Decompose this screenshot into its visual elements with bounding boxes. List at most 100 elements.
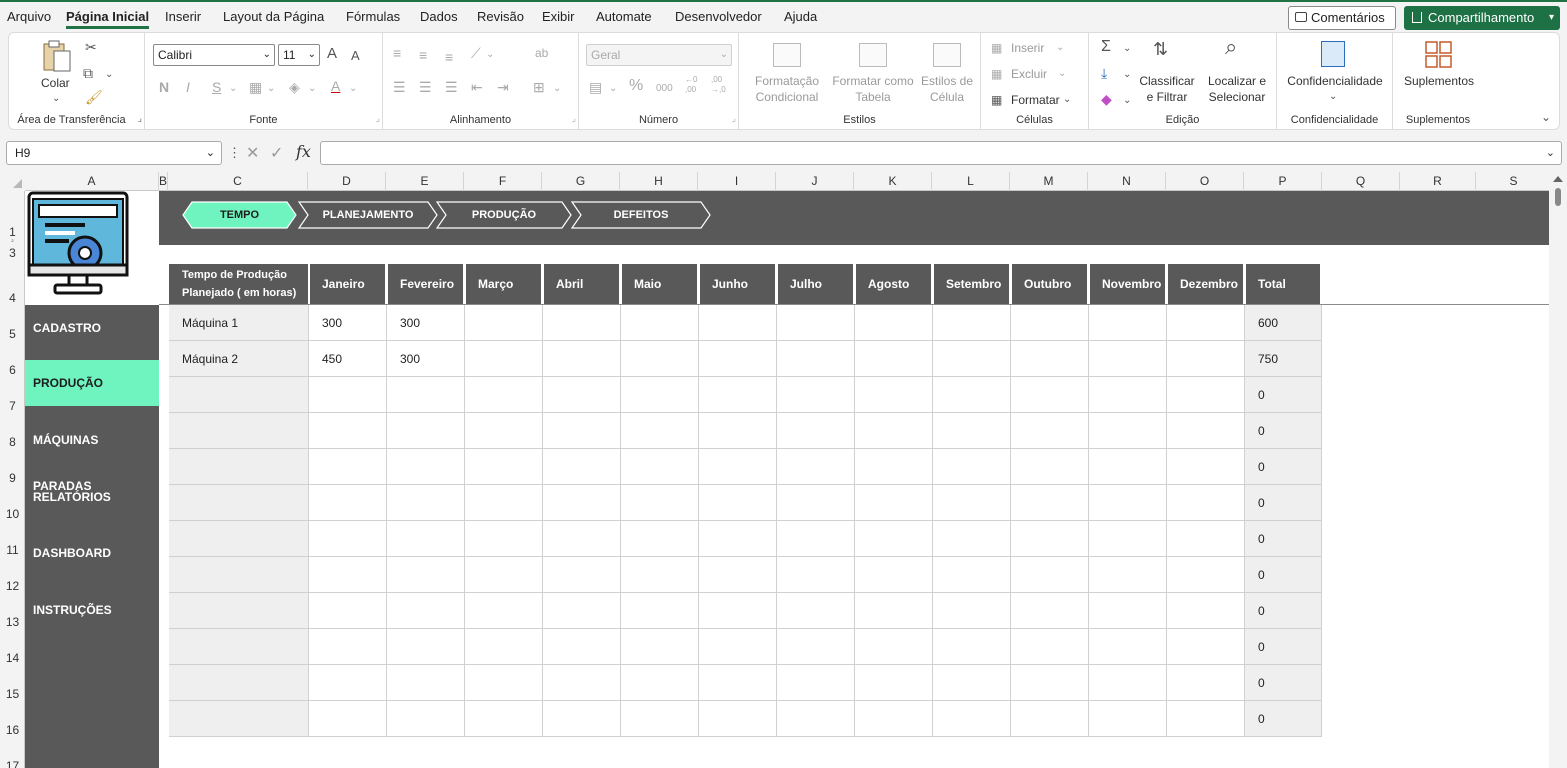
table-cell[interactable] bbox=[1089, 557, 1167, 593]
table-cell[interactable] bbox=[933, 665, 1011, 701]
total-cell[interactable]: 0 bbox=[1245, 377, 1322, 413]
table-cell[interactable] bbox=[1011, 521, 1089, 557]
align-right-icon[interactable]: ☰ bbox=[445, 79, 458, 95]
format-painter-icon[interactable]: 🖌 bbox=[85, 89, 103, 105]
table-cell[interactable] bbox=[699, 521, 777, 557]
table-cell[interactable] bbox=[621, 629, 699, 665]
total-cell[interactable]: 600 bbox=[1245, 305, 1322, 341]
table-cell[interactable] bbox=[621, 665, 699, 701]
fev-cell[interactable] bbox=[387, 521, 465, 557]
table-cell[interactable] bbox=[1011, 377, 1089, 413]
chevron-down-icon[interactable]: ⌄ bbox=[1123, 93, 1131, 109]
jan-cell[interactable] bbox=[309, 521, 387, 557]
find-icon[interactable]: ⌕ bbox=[1225, 36, 1237, 58]
table-cell[interactable] bbox=[777, 449, 855, 485]
total-cell[interactable]: 0 bbox=[1245, 449, 1322, 485]
total-cell[interactable]: 0 bbox=[1245, 593, 1322, 629]
table-cell[interactable] bbox=[543, 305, 621, 341]
chevron-down-icon[interactable]: ⌄ bbox=[553, 81, 561, 97]
fev-cell[interactable]: 300 bbox=[387, 305, 465, 341]
table-cell[interactable] bbox=[855, 413, 933, 449]
cancel-entry-icon[interactable]: ✕ bbox=[246, 143, 259, 163]
cell-styles-button[interactable]: Estilos de Célula bbox=[915, 73, 979, 105]
nav-item-4[interactable]: DASHBOARD bbox=[25, 530, 159, 576]
table-cell[interactable] bbox=[1089, 701, 1167, 737]
table-cell[interactable] bbox=[465, 557, 543, 593]
vertical-scrollbar[interactable] bbox=[1549, 172, 1567, 768]
align-left-icon[interactable]: ☰ bbox=[393, 79, 406, 95]
chevron-down-icon[interactable]: ⌄ bbox=[609, 81, 617, 97]
italic-button[interactable]: I bbox=[186, 79, 190, 95]
row-header[interactable]: 12 bbox=[0, 557, 25, 593]
table-cell[interactable] bbox=[777, 413, 855, 449]
column-header[interactable]: R bbox=[1400, 172, 1476, 191]
jan-cell[interactable] bbox=[309, 701, 387, 737]
table-cell[interactable] bbox=[621, 521, 699, 557]
table-cell[interactable] bbox=[543, 665, 621, 701]
borders-icon[interactable]: ▦ bbox=[249, 79, 262, 95]
machine-name-cell[interactable] bbox=[169, 413, 309, 449]
cut-icon[interactable]: ✂ bbox=[85, 39, 97, 55]
column-header[interactable]: B bbox=[159, 172, 168, 191]
table-cell[interactable] bbox=[1011, 665, 1089, 701]
fev-cell[interactable] bbox=[387, 413, 465, 449]
table-cell[interactable] bbox=[777, 557, 855, 593]
jan-cell[interactable] bbox=[309, 485, 387, 521]
table-cell[interactable] bbox=[777, 485, 855, 521]
table-cell[interactable] bbox=[1011, 413, 1089, 449]
column-header[interactable]: M bbox=[1010, 172, 1088, 191]
table-cell[interactable] bbox=[777, 341, 855, 377]
column-header[interactable]: D bbox=[308, 172, 386, 191]
chevron-down-icon[interactable]: ⌄ bbox=[105, 67, 113, 83]
table-cell[interactable] bbox=[465, 665, 543, 701]
format-table-button[interactable]: Formatar como Tabela bbox=[829, 73, 917, 105]
format-cells-icon[interactable]: ▦ bbox=[991, 92, 1002, 108]
fev-cell[interactable] bbox=[387, 701, 465, 737]
jan-cell[interactable] bbox=[309, 593, 387, 629]
dialog-launcher-icon[interactable]: ⌟ bbox=[376, 110, 380, 126]
table-cell[interactable] bbox=[543, 701, 621, 737]
column-header[interactable]: K bbox=[854, 172, 932, 191]
table-cell[interactable] bbox=[1089, 449, 1167, 485]
table-cell[interactable] bbox=[855, 629, 933, 665]
chevron-down-icon[interactable]: ⌄ bbox=[1123, 67, 1131, 83]
column-header[interactable]: H bbox=[620, 172, 698, 191]
orientation-icon[interactable]: ⟋ bbox=[471, 45, 481, 61]
insert-cells-icon[interactable]: ▦ bbox=[991, 40, 1002, 56]
fill-icon[interactable]: ⤓ bbox=[1101, 65, 1107, 81]
row-header[interactable]: 9 bbox=[0, 449, 25, 485]
table-cell[interactable] bbox=[855, 557, 933, 593]
table-cell[interactable] bbox=[465, 413, 543, 449]
table-cell[interactable] bbox=[543, 485, 621, 521]
tab-defeitos[interactable]: DEFEITOS bbox=[571, 201, 711, 229]
table-cell[interactable] bbox=[465, 377, 543, 413]
font-size-select[interactable]: 11 ⌄ bbox=[278, 44, 320, 66]
table-cell[interactable] bbox=[465, 593, 543, 629]
chevron-down-icon[interactable]: ⌄ bbox=[1056, 40, 1064, 56]
column-header[interactable]: A bbox=[25, 172, 159, 191]
table-cell[interactable] bbox=[1167, 629, 1245, 665]
shrink-font-icon[interactable]: A bbox=[351, 48, 360, 64]
delete-cells-icon[interactable]: ▦ bbox=[991, 66, 1002, 82]
fev-cell[interactable] bbox=[387, 485, 465, 521]
menu-arquivo[interactable]: Arquivo bbox=[7, 9, 51, 24]
scroll-up-icon[interactable] bbox=[1553, 176, 1563, 182]
table-cell[interactable] bbox=[465, 449, 543, 485]
table-cell[interactable] bbox=[1167, 449, 1245, 485]
increase-indent-icon[interactable]: ⇥ bbox=[497, 79, 509, 95]
table-cell[interactable] bbox=[699, 377, 777, 413]
fev-cell[interactable]: 300 bbox=[387, 341, 465, 377]
fev-cell[interactable] bbox=[387, 593, 465, 629]
table-cell[interactable] bbox=[1011, 485, 1089, 521]
jan-cell[interactable] bbox=[309, 629, 387, 665]
format-table-icon[interactable] bbox=[859, 43, 887, 67]
menu-dados[interactable]: Dados bbox=[420, 9, 458, 24]
column-header[interactable]: L bbox=[932, 172, 1010, 191]
sort-filter-button[interactable]: Classificar e Filtrar bbox=[1135, 73, 1199, 105]
bold-button[interactable]: N bbox=[159, 79, 169, 95]
table-cell[interactable] bbox=[699, 413, 777, 449]
table-cell[interactable] bbox=[855, 593, 933, 629]
table-cell[interactable] bbox=[543, 557, 621, 593]
table-cell[interactable] bbox=[777, 665, 855, 701]
total-cell[interactable]: 0 bbox=[1245, 521, 1322, 557]
